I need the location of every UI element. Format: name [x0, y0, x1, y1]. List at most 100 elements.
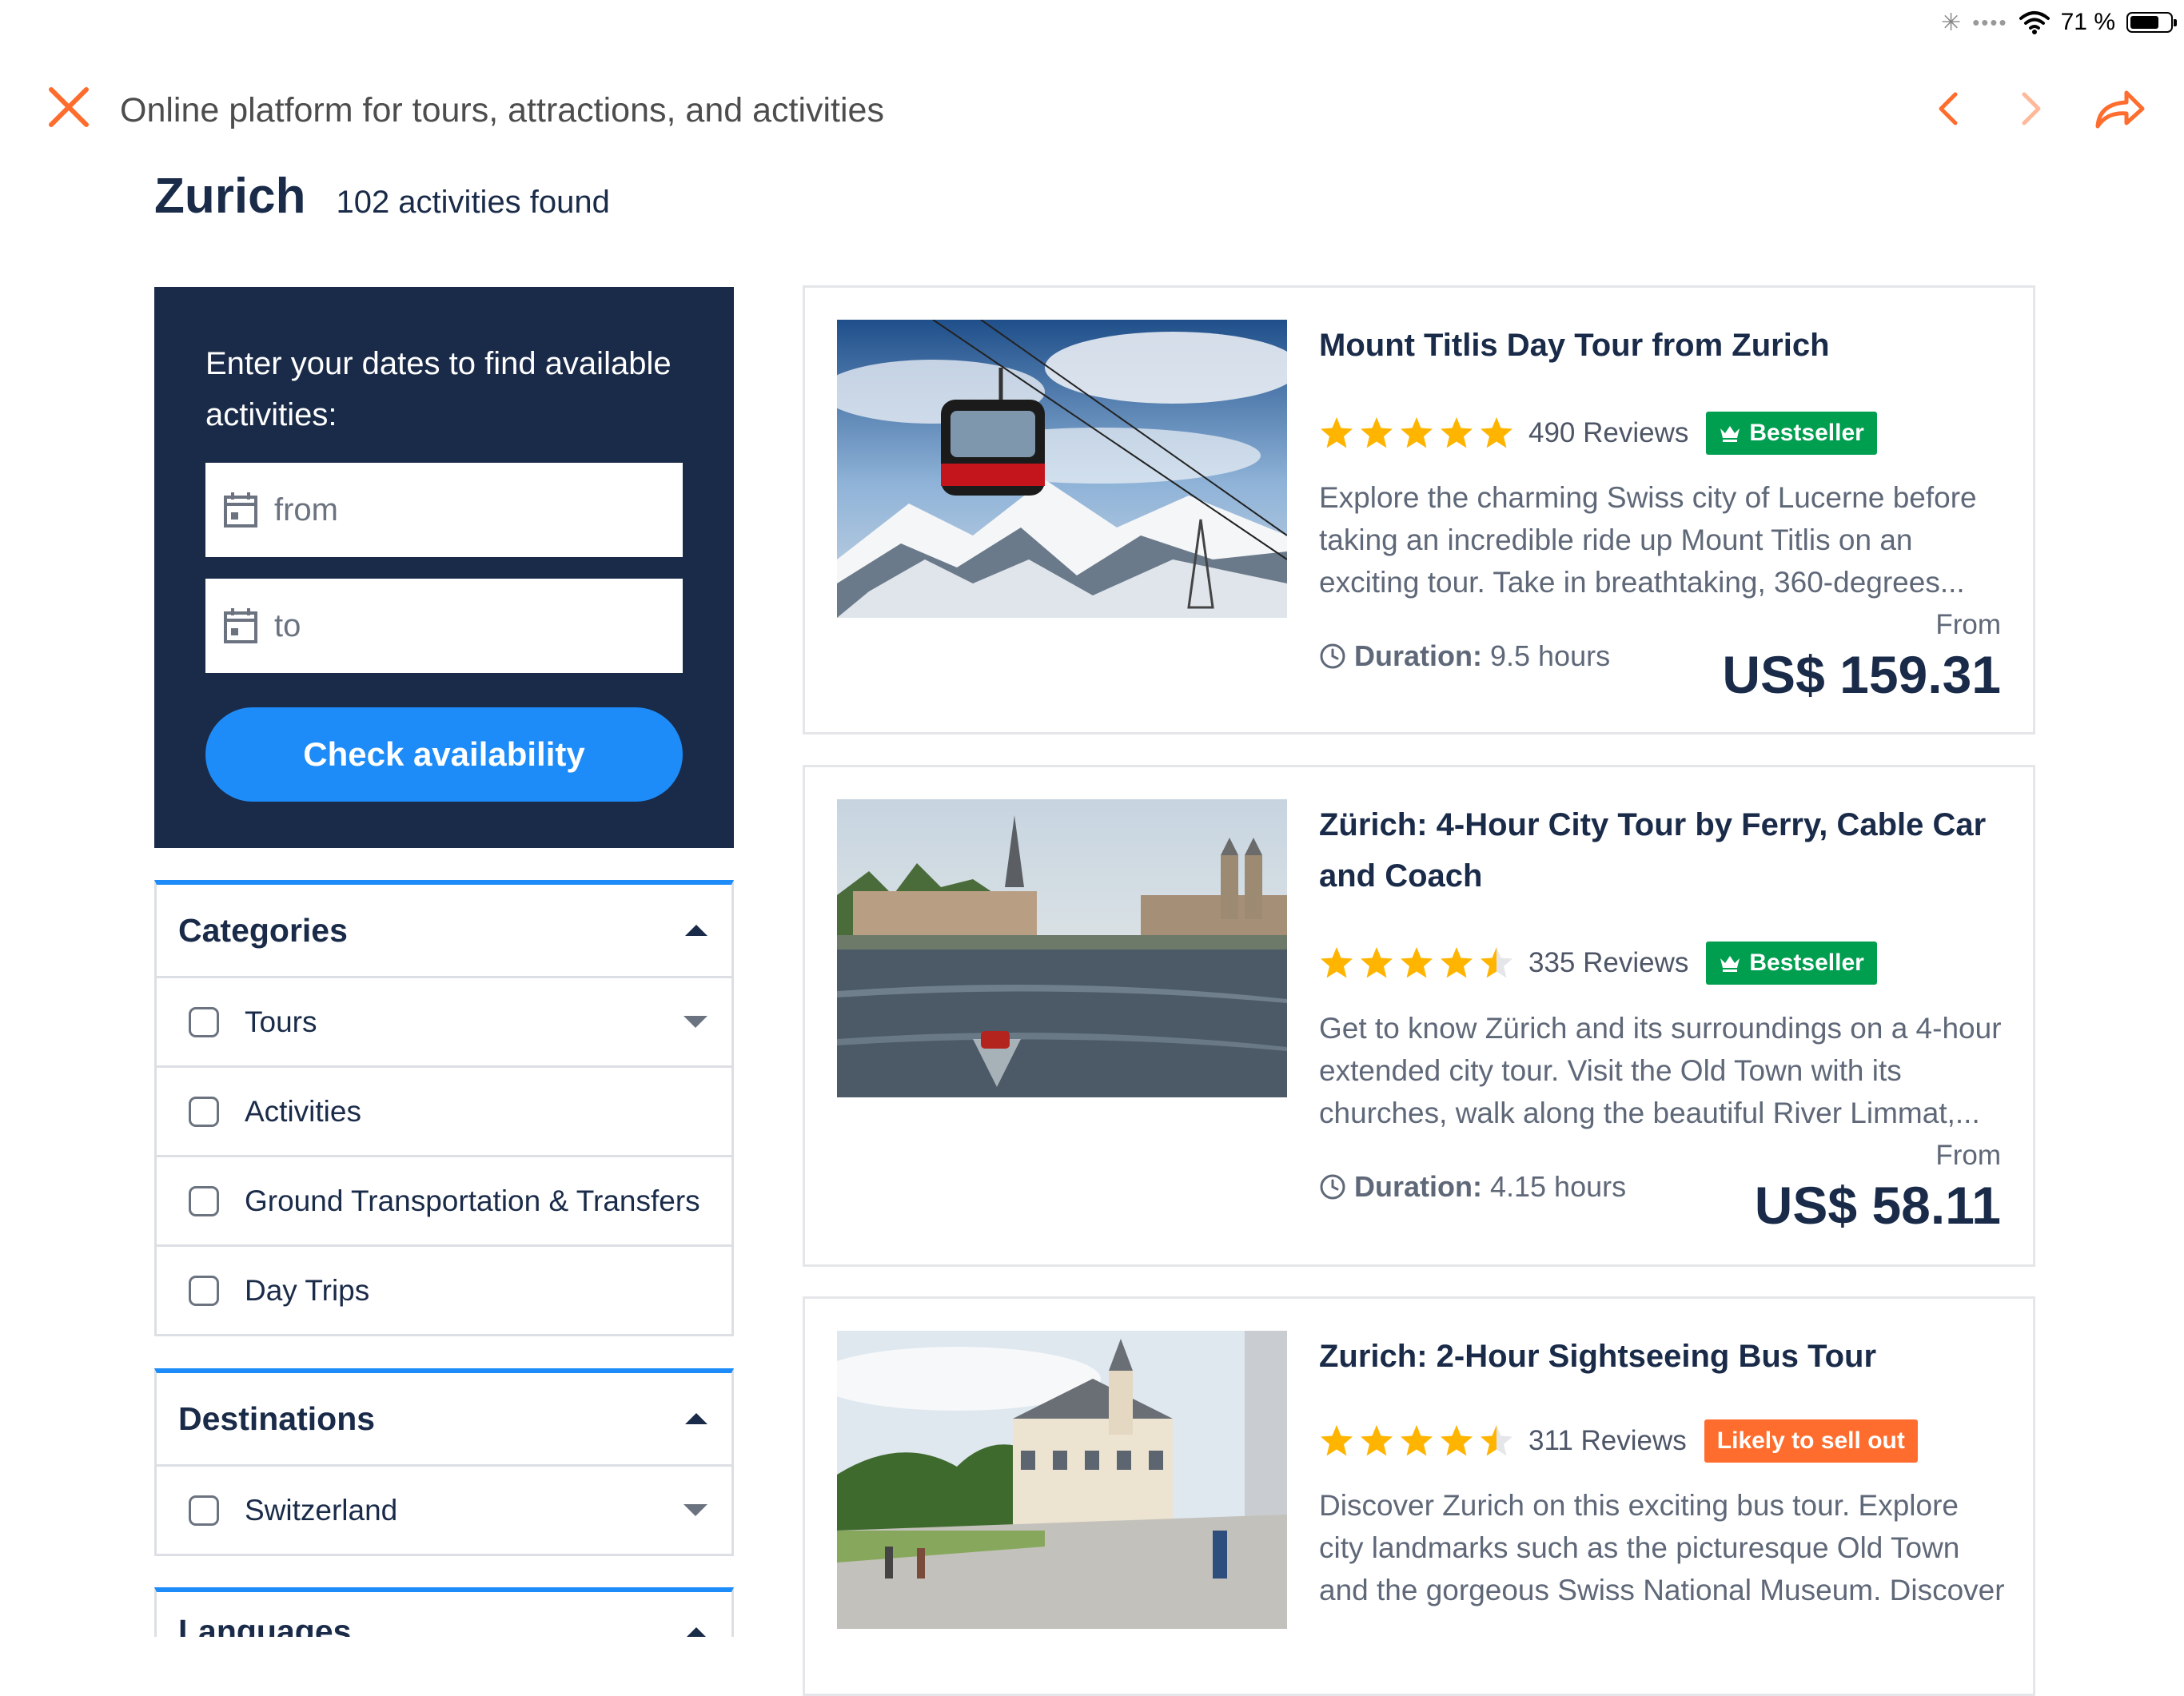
destinations-header[interactable]: Destinations	[157, 1373, 731, 1467]
price-from-label: From	[1935, 609, 2001, 640]
expand-caret-icon[interactable]	[683, 1504, 707, 1516]
wifi-icon	[2019, 11, 2050, 34]
duration-label: Duration:	[1354, 1170, 1482, 1203]
badge-label: Likely to sell out	[1716, 1427, 1905, 1454]
activity-description: Explore the charming Swiss city of Lucer…	[1319, 481, 1977, 599]
rating-row: 490 Reviews Bestseller	[1319, 412, 1877, 455]
languages-header[interactable]: Languages	[157, 1592, 731, 1637]
star-half-icon	[1481, 1425, 1512, 1456]
loading-icon: ✳	[1941, 9, 1962, 36]
activity-title[interactable]: Zürich: 4-Hour City Tour by Ferry, Cable…	[1319, 799, 2007, 902]
checkbox[interactable]	[189, 1495, 219, 1526]
forward-arrow-icon[interactable]	[2007, 85, 2054, 133]
star-full-icon	[1401, 1425, 1433, 1456]
results-count: 102 activities found	[336, 185, 610, 220]
date-from-field[interactable]	[205, 463, 683, 557]
category-item-activities[interactable]: Activities	[157, 1068, 731, 1157]
checkbox[interactable]	[189, 1185, 219, 1216]
rating-row: 335 Reviews Bestseller	[1319, 942, 1877, 985]
share-icon[interactable]	[2091, 85, 2147, 133]
activity-photo	[837, 320, 1287, 618]
date-from-input[interactable]	[273, 491, 660, 529]
clock-icon	[1320, 643, 1345, 669]
duration-value: 4.15 hours	[1489, 1170, 1627, 1203]
date-to-field[interactable]	[205, 579, 683, 673]
duration-row: Duration: 4.15 hours	[1319, 1170, 1626, 1204]
destinations-filter: Destinations Switzerland	[154, 1368, 734, 1556]
activity-description: Discover Zurich on this exciting bus tou…	[1319, 1489, 2005, 1606]
activity-photo	[837, 799, 1287, 1097]
duration-value: 9.5 hours	[1489, 639, 1611, 672]
checkbox[interactable]	[189, 1275, 219, 1306]
activity-photo	[837, 1331, 1287, 1629]
activity-card[interactable]: Mount Titlis Day Tour from Zurich 490 Re…	[803, 285, 2035, 735]
close-icon[interactable]	[46, 85, 91, 129]
price-from-label: From	[1935, 1140, 2001, 1171]
star-full-icon	[1321, 417, 1353, 448]
star-full-icon	[1441, 1425, 1473, 1456]
destination-item-switzerland[interactable]: Switzerland	[157, 1467, 731, 1554]
date-prompt: Enter your dates to find available activ…	[205, 346, 672, 432]
bestseller-badge: Bestseller	[1706, 412, 1877, 455]
battery-percent: 71 %	[2060, 9, 2115, 35]
activity-title[interactable]: Mount Titlis Day Tour from Zurich	[1319, 320, 2007, 371]
star-full-icon	[1361, 1425, 1393, 1456]
categories-header[interactable]: Categories	[157, 885, 731, 978]
collapse-caret-icon[interactable]	[685, 1413, 707, 1424]
category-label: Ground Transportation & Transfers	[245, 1184, 700, 1217]
clock-icon	[1320, 1174, 1345, 1200]
check-availability-button[interactable]: Check availability	[205, 707, 683, 802]
calendar-icon	[224, 608, 257, 643]
collapse-caret-icon[interactable]	[685, 1627, 707, 1637]
review-count: 311 Reviews	[1528, 1425, 1687, 1456]
star-full-icon	[1401, 947, 1433, 978]
star-full-icon	[1441, 947, 1473, 978]
activity-card[interactable]: Zürich: 4-Hour City Tour by Ferry, Cable…	[803, 765, 2035, 1267]
city-title: Zurich	[154, 169, 306, 224]
activity-card[interactable]: Zurich: 2-Hour Sightseeing Bus Tour 311 …	[803, 1296, 2035, 1696]
star-full-icon	[1481, 417, 1512, 448]
crown-icon	[1720, 956, 1740, 972]
bestseller-badge: Bestseller	[1706, 942, 1877, 985]
star-rating	[1319, 946, 1514, 981]
review-count: 335 Reviews	[1528, 947, 1689, 978]
star-full-icon	[1401, 417, 1433, 448]
star-full-icon	[1321, 1425, 1353, 1456]
star-full-icon	[1321, 947, 1353, 978]
date-search-panel: Enter your dates to find available activ…	[154, 287, 734, 848]
top-bar: Online platform for tours, attractions, …	[0, 77, 2184, 141]
back-arrow-icon[interactable]	[1925, 85, 1973, 133]
calendar-icon	[224, 492, 257, 528]
categories-filter: Categories Tours Activities Ground Trans…	[154, 880, 734, 1336]
category-label: Activities	[245, 1094, 361, 1128]
category-item-day-trips[interactable]: Day Trips	[157, 1247, 731, 1334]
checkbox[interactable]	[189, 1006, 219, 1037]
languages-title: Languages	[178, 1613, 352, 1637]
activity-title[interactable]: Zurich: 2-Hour Sightseeing Bus Tour	[1319, 1331, 2007, 1382]
status-bar: ✳ •••• 71 %	[1941, 0, 2184, 45]
date-to-input[interactable]	[273, 607, 660, 645]
badge-label: Bestseller	[1749, 420, 1864, 446]
destinations-title: Destinations	[178, 1399, 376, 1437]
category-item-ground-transportation[interactable]: Ground Transportation & Transfers	[157, 1157, 731, 1247]
star-full-icon	[1361, 417, 1393, 448]
categories-title: Categories	[178, 911, 348, 949]
star-rating	[1319, 416, 1514, 451]
star-full-icon	[1361, 947, 1393, 978]
expand-caret-icon[interactable]	[683, 1016, 707, 1028]
badge-label: Bestseller	[1749, 950, 1864, 976]
collapse-caret-icon[interactable]	[685, 925, 707, 936]
page-title: Online platform for tours, attractions, …	[120, 91, 884, 129]
category-item-tours[interactable]: Tours	[157, 978, 731, 1068]
activity-price: US$ 58.11	[1754, 1176, 2001, 1235]
signal-icon: ••••	[1972, 10, 2008, 34]
star-full-icon	[1441, 417, 1473, 448]
star-half-icon	[1481, 947, 1512, 978]
activity-description: Get to know Zürich and its surroundings …	[1319, 1012, 2002, 1129]
destination-label: Switzerland	[245, 1493, 398, 1527]
rating-row: 311 Reviews Likely to sell out	[1319, 1419, 1918, 1463]
likely-to-sell-out-badge: Likely to sell out	[1704, 1419, 1918, 1463]
review-count: 490 Reviews	[1528, 417, 1689, 448]
crown-icon	[1720, 426, 1740, 442]
checkbox[interactable]	[189, 1096, 219, 1127]
